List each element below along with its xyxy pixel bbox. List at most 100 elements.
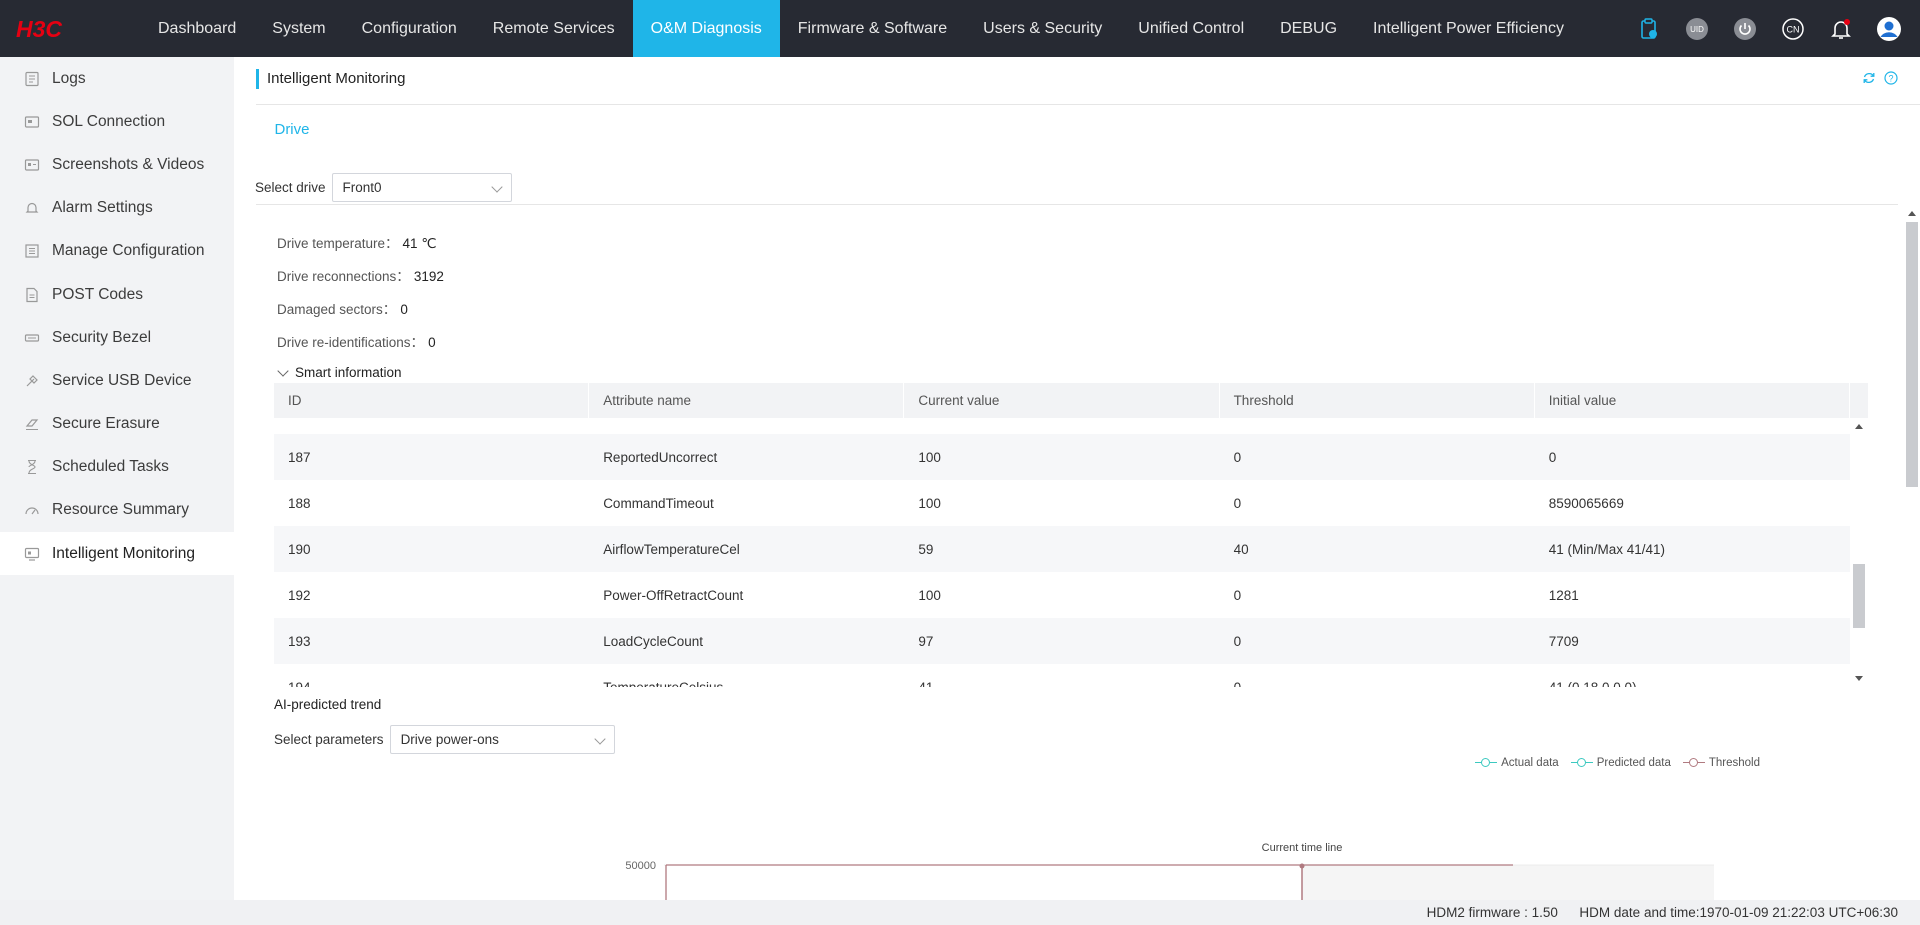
table-cell: ReportedUncorrect: [603, 449, 718, 465]
sidebar-item-security-bezel[interactable]: Security Bezel: [0, 316, 234, 359]
legend-predicted[interactable]: Predicted data: [1570, 757, 1671, 769]
monitor-icon: [24, 546, 40, 562]
sidebar-item-label: Logs: [52, 69, 86, 87]
table-row: 192 Power-OffRetractCount 100 0 1281: [274, 572, 1850, 618]
sidebar-item-label: Service USB Device: [52, 371, 192, 389]
video-icon: [24, 157, 40, 173]
avatar[interactable]: [1876, 16, 1902, 42]
table-header: ID Attribute name Current value Threshold In…: [274, 383, 1850, 418]
table-row: 188 CommandTimeout 100 0 8590065669: [274, 480, 1850, 526]
title-divider: [256, 104, 1920, 105]
tab-divider: [256, 204, 1898, 205]
drive-reconnections-value: 3192: [413, 269, 444, 284]
language-icon[interactable]: CN: [1780, 16, 1806, 42]
sidebar-item-intelligent-monitoring[interactable]: Intelligent Monitoring: [0, 532, 234, 576]
h3c-logo: H3C: [0, 0, 130, 57]
table-row: 187 ReportedUncorrect 100 0 0: [274, 434, 1850, 480]
nav-item-firmware-software[interactable]: Firmware & Software: [780, 0, 965, 57]
sidebar-item-manage-configuration[interactable]: Manage Configuration: [0, 230, 234, 273]
sidebar-item-screenshots-videos[interactable]: Screenshots & Videos: [0, 143, 234, 186]
drive-reidentifications-value: 0: [428, 335, 436, 350]
bezel-icon: [24, 330, 40, 346]
nav-item-remote-services[interactable]: Remote Services: [475, 0, 633, 57]
sidebar-item-post-codes[interactable]: POST Codes: [0, 273, 234, 316]
chevron-down-icon: [490, 181, 503, 193]
drive-temperature: Drive temperature： 41 ℃: [277, 232, 436, 252]
drive-reconnections: Drive reconnections： 3192: [277, 265, 444, 285]
sidebar-item-logs[interactable]: Logs: [0, 57, 234, 100]
sidebar-item-sol-connection[interactable]: SOL Connection: [0, 100, 234, 143]
page-title: Intelligent Monitoring: [256, 69, 405, 89]
sidebar-item-resource-summary[interactable]: Resource Summary: [0, 489, 234, 532]
legend-actual-label: Actual data: [1501, 757, 1559, 769]
table-cell: 0: [1233, 679, 1242, 688]
table-cell: 0: [1233, 449, 1242, 465]
nav-item-intelligent-power-efficiency[interactable]: Intelligent Power Efficiency: [1355, 0, 1582, 57]
scroll-up-icon[interactable]: [1855, 424, 1863, 429]
scroll-down-icon[interactable]: [1855, 676, 1863, 681]
drive-temperature-label: Drive temperature：: [277, 236, 399, 251]
uid-icon[interactable]: UID: [1684, 16, 1710, 42]
select-parameters-value: Drive power-ons: [400, 732, 499, 747]
damaged-sectors-label: Damaged sectors：: [277, 302, 397, 317]
table-cell: 0: [1233, 495, 1242, 511]
nav-item-dashboard[interactable]: Dashboard: [140, 0, 254, 57]
ai-trend-title: AI-predicted trend: [274, 697, 382, 712]
nav-item-users-security[interactable]: Users & Security: [965, 0, 1120, 57]
table-cell: TemperatureCelsius: [603, 679, 724, 688]
smart-table: ID Attribute name Current value Threshold In…: [274, 383, 1868, 687]
clipboard-icon[interactable]: [1636, 16, 1662, 42]
nav-item-system[interactable]: System: [254, 0, 343, 57]
nav-item-unified-control[interactable]: Unified Control: [1120, 0, 1262, 57]
drive-reconnections-label: Drive reconnections：: [277, 269, 410, 284]
config-icon: [24, 243, 40, 259]
legend-actual[interactable]: Actual data: [1475, 757, 1559, 769]
page-scroll-thumb[interactable]: [1906, 222, 1918, 487]
table-cell: 192: [288, 587, 311, 603]
sidebar-item-label: POST Codes: [52, 285, 144, 303]
table-row: 193 LoadCycleCount 97 0 7709: [274, 618, 1850, 664]
table-cell: 97: [918, 633, 934, 649]
column-header: ID: [274, 383, 590, 418]
damaged-sectors: Damaged sectors： 0: [277, 298, 408, 318]
sidebar-item-secure-erasure[interactable]: Secure Erasure: [0, 403, 234, 446]
table-cell: 190: [288, 541, 311, 557]
table-scrollbar[interactable]: [1850, 418, 1868, 687]
sidebar-item-scheduled-tasks[interactable]: Scheduled Tasks: [0, 446, 234, 489]
legend-predicted-label: Predicted data: [1596, 757, 1671, 769]
power-icon[interactable]: [1732, 16, 1758, 42]
predicted-region: [1302, 865, 1714, 900]
table-cell: 188: [288, 495, 311, 511]
table-body: 187 ReportedUncorrect 100 0 0 188 CommandTimeo…: [274, 434, 1850, 687]
smart-info-toggle[interactable]: Smart information: [277, 364, 402, 380]
select-parameters-dropdown[interactable]: Drive power-ons: [389, 725, 615, 754]
tab-drive[interactable]: Drive: [256, 115, 328, 160]
refresh-icon[interactable]: [1862, 71, 1876, 88]
bell-icon[interactable]: [1828, 16, 1854, 42]
table-cell: LoadCycleCount: [603, 633, 704, 649]
page-scrollbar[interactable]: [1904, 205, 1920, 900]
select-parameters-label: Select parameters: [274, 732, 384, 747]
legend-threshold-marker: [1682, 758, 1705, 768]
select-drive-dropdown[interactable]: Front0: [331, 173, 512, 202]
sidebar-item-alarm-settings[interactable]: Alarm Settings: [0, 187, 234, 230]
bell-icon: [24, 200, 40, 216]
sidebar-item-service-usb-device[interactable]: Service USB Device: [0, 359, 234, 402]
main-content: Intelligent Monitoring ? Drive Select dr…: [234, 57, 1920, 900]
table-scroll-thumb[interactable]: [1853, 564, 1865, 628]
hourglass-icon: [24, 459, 40, 475]
table-cell: 59: [918, 541, 934, 557]
table-cell: 41: [918, 679, 934, 688]
table-cell: 0: [1548, 449, 1557, 465]
nav-item-configuration[interactable]: Configuration: [344, 0, 475, 57]
table-cell: 100: [918, 495, 941, 511]
nav-item-debug[interactable]: DEBUG: [1262, 0, 1355, 57]
scroll-up-icon[interactable]: [1908, 211, 1916, 216]
table-cell: CommandTimeout: [603, 495, 714, 511]
sidebar-item-label: Security Bezel: [52, 328, 152, 346]
table-cell: 8590065669: [1548, 495, 1624, 511]
gauge-icon: [24, 502, 40, 518]
help-icon[interactable]: ?: [1884, 71, 1898, 88]
nav-item-o-m-diagnosis[interactable]: O&M Diagnosis: [632, 0, 780, 57]
legend-threshold[interactable]: Threshold: [1682, 757, 1760, 769]
